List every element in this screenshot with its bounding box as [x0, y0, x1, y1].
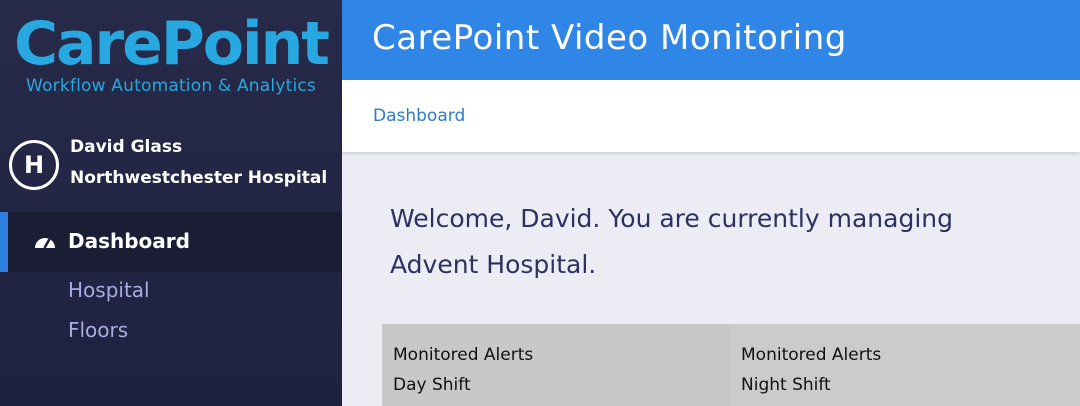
welcome-message: Welcome, David. You are currently managi…: [390, 196, 1050, 288]
night-shift-alerts-card[interactable]: Monitored Alerts Night Shift: [730, 324, 1080, 406]
speedometer-icon: [35, 238, 55, 249]
sidebar-item-label: Dashboard: [68, 229, 190, 253]
active-indicator: [0, 212, 8, 272]
card-subtitle: Night Shift: [741, 375, 831, 395]
sidebar-item-hospital[interactable]: Hospital: [68, 278, 150, 302]
brand-logo[interactable]: CarePoint Workflow Automation & Analytic…: [0, 10, 342, 96]
sidebar-item-dashboard[interactable]: Dashboard: [0, 212, 342, 272]
day-shift-alerts-card[interactable]: Monitored Alerts Day Shift: [382, 324, 730, 406]
card-subtitle: Day Shift: [393, 375, 471, 395]
user-info: H David Glass Northwestchester Hospital: [0, 132, 342, 194]
hospital-icon: H: [9, 140, 59, 190]
brand-tagline: Workflow Automation & Analytics: [26, 76, 316, 96]
welcome-line-2: Advent Hospital.: [390, 250, 597, 279]
sidebar-item-floors[interactable]: Floors: [68, 318, 128, 342]
brand-name: CarePoint: [14, 9, 330, 79]
breadcrumb-dashboard-link[interactable]: Dashboard: [373, 106, 465, 126]
welcome-line-1: Welcome, David. You are currently managi…: [390, 204, 953, 233]
sidebar: CarePoint Workflow Automation & Analytic…: [0, 0, 342, 406]
breadcrumb: Dashboard: [342, 80, 1080, 152]
user-name: David Glass: [70, 137, 183, 157]
app-title: CarePoint Video Monitoring: [372, 18, 847, 58]
header-bar: CarePoint Video Monitoring: [342, 0, 1080, 80]
card-title: Monitored Alerts: [741, 345, 882, 365]
user-hospital: Northwestchester Hospital: [70, 168, 328, 188]
card-title: Monitored Alerts: [393, 345, 534, 365]
